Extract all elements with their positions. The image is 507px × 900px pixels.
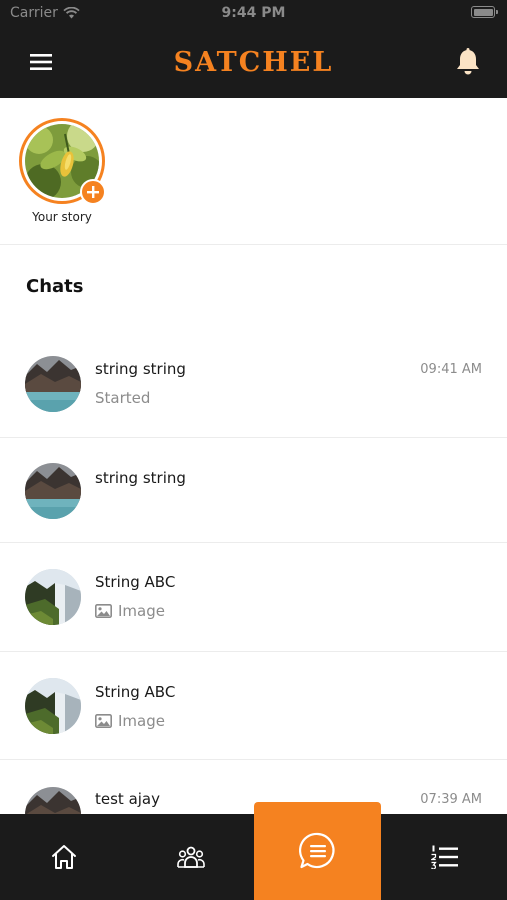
tab-groups[interactable] bbox=[127, 814, 254, 900]
stories-strip: Your story bbox=[0, 98, 507, 245]
chat-last-message-text: Image bbox=[118, 602, 165, 620]
chat-last-message-text: Started bbox=[95, 389, 151, 407]
status-bar: Carrier 9:44 PM bbox=[0, 0, 507, 27]
groups-icon bbox=[176, 846, 205, 868]
chat-name: test ajay bbox=[95, 790, 161, 808]
add-story-button[interactable] bbox=[80, 179, 106, 205]
avatar bbox=[25, 569, 81, 625]
image-icon bbox=[95, 604, 112, 618]
story-item-your-story[interactable]: Your story bbox=[16, 118, 108, 224]
chat-timestamp: 09:41 AM bbox=[420, 362, 482, 377]
chat-list-item[interactable]: String ABC Image bbox=[0, 543, 507, 652]
home-icon bbox=[51, 845, 76, 869]
avatar bbox=[25, 356, 81, 412]
tab-list[interactable] bbox=[381, 814, 507, 900]
chat-list: string string Started 09:41 AM string st… bbox=[0, 330, 507, 843]
chat-timestamp: 07:39 AM bbox=[420, 792, 482, 807]
status-time: 9:44 PM bbox=[221, 5, 286, 21]
battery-icon bbox=[471, 6, 498, 18]
chat-name: string string bbox=[95, 469, 186, 487]
chat-icon bbox=[298, 832, 334, 869]
story-ring bbox=[19, 118, 106, 205]
plus-icon bbox=[87, 186, 99, 198]
bell-icon bbox=[457, 48, 479, 75]
chat-last-message: Image bbox=[95, 712, 165, 730]
avatar bbox=[25, 463, 81, 519]
chat-last-message: Image bbox=[95, 602, 165, 620]
notifications-button[interactable] bbox=[452, 45, 484, 79]
chat-last-message: Started bbox=[95, 389, 150, 407]
tab-chats[interactable] bbox=[254, 802, 381, 900]
story-label: Your story bbox=[32, 210, 92, 224]
chat-list-item[interactable]: String ABC Image bbox=[0, 652, 507, 760]
list-icon bbox=[430, 845, 458, 869]
chat-name: string string bbox=[95, 360, 186, 378]
chat-name: String ABC bbox=[95, 573, 176, 591]
chat-name: String ABC bbox=[95, 683, 176, 701]
app-logo-title: SATCHEL bbox=[173, 47, 334, 78]
avatar bbox=[25, 678, 81, 734]
chat-list-item[interactable]: string string Started 09:41 AM bbox=[0, 330, 507, 438]
chats-section-title: Chats bbox=[26, 276, 84, 297]
chat-list-item[interactable]: string string bbox=[0, 438, 507, 543]
image-icon bbox=[95, 714, 112, 728]
chat-last-message-text: Image bbox=[118, 712, 165, 730]
top-bar: Carrier 9:44 PM SATCHEL bbox=[0, 0, 507, 98]
tab-home[interactable] bbox=[0, 814, 127, 900]
